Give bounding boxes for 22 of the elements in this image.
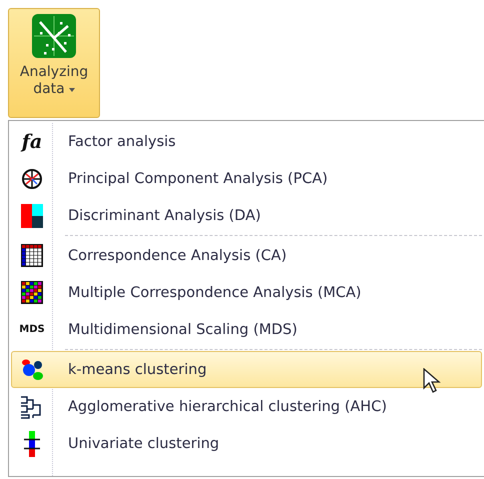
menu-item[interactable]: Principal Component Analysis (PCA): [11, 160, 482, 197]
table-grid-icon: [21, 244, 43, 267]
analyzing-data-button[interactable]: Analyzing data: [8, 8, 100, 118]
table-grid-icon: [21, 281, 43, 304]
color-bar-icon: [21, 430, 43, 456]
text-icon: MDS: [19, 324, 45, 335]
menu-item[interactable]: MDS Multidimensional Scaling (MDS): [11, 311, 482, 348]
menu-item[interactable]: Discriminant Analysis (DA): [11, 197, 482, 234]
dropdown-caret-icon: [68, 88, 75, 92]
colored-dots-icon: [20, 358, 44, 380]
mouse-pointer-icon: [423, 368, 441, 394]
menu-item[interactable]: Correspondence Analysis (CA): [11, 237, 482, 274]
menu-item[interactable]: Multiple Correspondence Analysis (MCA): [11, 274, 482, 311]
menu-item[interactable]: Agglomerative hierarchical clustering (AHC): [11, 388, 482, 425]
menu-item[interactable]: k-means clustering: [11, 351, 482, 388]
menu-item[interactable]: fa Factor analysis: [11, 123, 482, 160]
function-icon: fa: [22, 130, 42, 152]
scatter-plot-icon: [32, 14, 76, 58]
color-blocks-icon: [21, 204, 43, 228]
menu-item[interactable]: Univariate clustering: [11, 425, 482, 462]
dendrogram-icon: [20, 394, 44, 418]
circle-axes-icon: [21, 168, 43, 190]
